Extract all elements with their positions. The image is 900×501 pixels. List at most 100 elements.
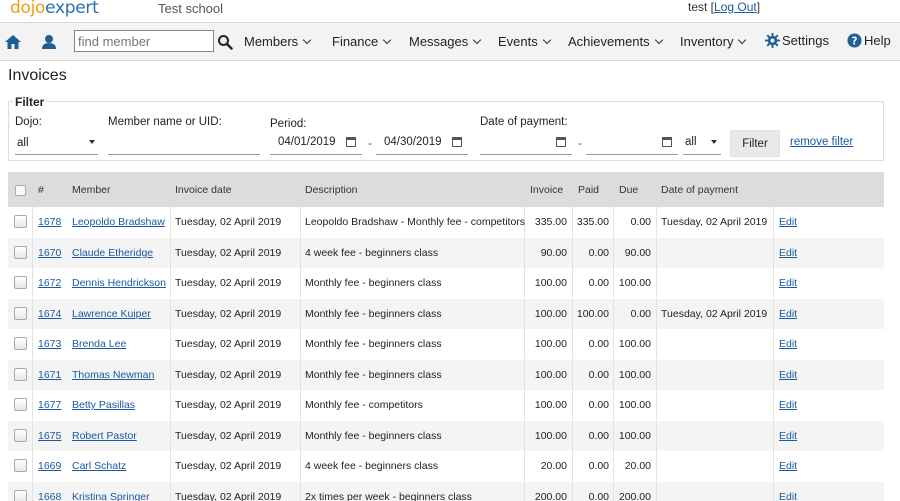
invoice-id-link[interactable]: 1675 — [38, 430, 61, 442]
table-row: 1672 Dennis Hendrickson Tuesday, 02 April … — [8, 268, 884, 298]
row-checkbox[interactable] — [14, 337, 27, 350]
column-header-description[interactable]: Description — [305, 184, 358, 196]
table-row: 1668 Kristina Springer Tuesday, 02 April 2… — [8, 481, 884, 501]
invoice-id-link[interactable]: 1673 — [38, 338, 61, 350]
nav-events[interactable]: Events — [498, 34, 551, 49]
calendar-icon[interactable] — [346, 137, 356, 147]
dojo-label: Dojo: — [15, 116, 42, 128]
payment-date-label: Date of payment: — [480, 116, 568, 128]
paid-amount: 0.00 — [588, 277, 609, 289]
invoice-amount: 335.00 — [534, 216, 567, 228]
edit-link[interactable]: Edit — [779, 399, 797, 411]
row-checkbox[interactable] — [14, 428, 27, 442]
row-checkbox[interactable] — [14, 276, 27, 289]
invoice-id-link[interactable]: 1677 — [38, 399, 61, 411]
column-header-paid[interactable]: Paid — [578, 184, 599, 196]
column-header-member[interactable]: Member — [72, 184, 111, 196]
top-bar: dojoexpert Test school test [Log Out] — [0, 0, 900, 22]
filter-legend: Filter — [13, 95, 47, 109]
edit-link[interactable]: Edit — [779, 338, 797, 350]
row-checkbox[interactable] — [14, 398, 27, 411]
row-checkbox[interactable] — [14, 367, 27, 381]
due-amount: 0.00 — [630, 216, 651, 228]
paid-amount: 100.00 — [576, 307, 609, 320]
edit-link[interactable]: Edit — [779, 277, 797, 289]
members-icon[interactable] — [40, 33, 58, 51]
table-row: 1670 Claude Etheridge Tuesday, 02 April 20… — [8, 237, 884, 268]
calendar-icon[interactable] — [556, 137, 566, 147]
chevron-down-icon — [473, 35, 482, 45]
member-link[interactable]: Dennis Hendrickson — [72, 277, 166, 289]
member-link[interactable]: Carl Schatz — [72, 460, 126, 472]
search-icon[interactable] — [217, 34, 233, 50]
row-checkbox[interactable] — [14, 489, 27, 501]
row-checkbox[interactable] — [14, 215, 27, 228]
period-label: Period: — [270, 118, 307, 130]
member-link[interactable]: Thomas Newman — [72, 369, 154, 381]
due-amount: 90.00 — [624, 246, 651, 259]
nav-help[interactable]: ? Help — [847, 33, 891, 48]
invoice-date: Tuesday, 02 April 2019 — [175, 338, 282, 350]
member-link[interactable]: Kristina Springer — [72, 491, 150, 501]
due-amount: 100.00 — [618, 368, 651, 381]
row-checkbox[interactable] — [14, 245, 27, 259]
invoice-description: Monthly fee - beginners class — [305, 277, 442, 289]
calendar-icon[interactable] — [452, 137, 462, 147]
invoice-id-link[interactable]: 1671 — [38, 369, 61, 381]
invoice-id-link[interactable]: 1669 — [38, 460, 61, 472]
column-header-due[interactable]: Due — [619, 184, 638, 196]
chevron-down-icon — [542, 35, 551, 45]
select-all-checkbox[interactable] — [15, 185, 26, 196]
nav-finance[interactable]: Finance — [332, 34, 392, 49]
paid-amount: 0.00 — [588, 429, 609, 442]
invoice-amount: 90.00 — [540, 246, 567, 259]
payment-separator: - — [578, 136, 582, 150]
gear-icon — [765, 33, 780, 48]
member-link[interactable]: Lawrence Kuiper — [72, 308, 151, 320]
home-icon[interactable] — [4, 33, 22, 51]
invoice-id-link[interactable]: 1678 — [38, 216, 61, 228]
edit-link[interactable]: Edit — [779, 247, 797, 259]
edit-link[interactable]: Edit — [779, 308, 797, 320]
table-row: 1675 Robert Pastor Tuesday, 02 April 2019 M… — [8, 420, 884, 451]
invoice-date: Tuesday, 02 April 2019 — [175, 460, 282, 472]
member-link[interactable]: Robert Pastor — [72, 430, 137, 442]
invoice-id-link[interactable]: 1668 — [38, 491, 61, 501]
nav-messages[interactable]: Messages — [409, 34, 482, 49]
table-header: # Member Invoice date Description Invoic… — [8, 172, 884, 207]
invoice-id-link[interactable]: 1672 — [38, 277, 61, 289]
search-input[interactable] — [74, 30, 214, 52]
app-logo[interactable]: dojoexpert — [10, 0, 99, 18]
nav-inventory[interactable]: Inventory — [680, 34, 747, 49]
row-checkbox[interactable] — [14, 459, 27, 472]
logout-link[interactable]: Log Out — [714, 0, 757, 14]
column-header-invoice-date[interactable]: Invoice date — [175, 184, 232, 196]
nav-achievements[interactable]: Achievements — [568, 34, 663, 49]
invoice-amount: 100.00 — [534, 307, 567, 320]
edit-link[interactable]: Edit — [779, 369, 797, 381]
invoice-id-link[interactable]: 1674 — [38, 308, 61, 320]
column-header-id[interactable]: # — [38, 184, 44, 196]
filter-button[interactable]: Filter — [730, 130, 780, 157]
nav-members[interactable]: Members — [244, 34, 312, 49]
page-title: Invoices — [8, 67, 67, 84]
row-checkbox[interactable] — [14, 306, 27, 320]
column-header-payment-date[interactable]: Date of payment — [661, 184, 738, 196]
edit-link[interactable]: Edit — [779, 216, 797, 228]
invoice-description: Monthly fee - beginners class — [305, 307, 442, 320]
calendar-icon[interactable] — [662, 137, 672, 147]
member-link[interactable]: Claude Etheridge — [72, 247, 153, 259]
member-link[interactable]: Betty Pasillas — [72, 399, 135, 411]
svg-text:?: ? — [852, 35, 858, 47]
edit-link[interactable]: Edit — [779, 460, 797, 472]
column-header-invoice[interactable]: Invoice — [530, 184, 563, 196]
nav-settings[interactable]: Settings — [765, 33, 829, 48]
user-info: test [Log Out] — [688, 0, 761, 14]
member-link[interactable]: Leopoldo Bradshaw — [72, 216, 165, 228]
member-link[interactable]: Brenda Lee — [72, 338, 126, 350]
invoice-id-link[interactable]: 1670 — [38, 247, 61, 259]
edit-link[interactable]: Edit — [779, 430, 797, 442]
edit-link[interactable]: Edit — [779, 491, 797, 501]
remove-filter-link[interactable]: remove filter — [790, 136, 853, 148]
invoice-description: 2x times per week - beginners class — [305, 490, 472, 501]
